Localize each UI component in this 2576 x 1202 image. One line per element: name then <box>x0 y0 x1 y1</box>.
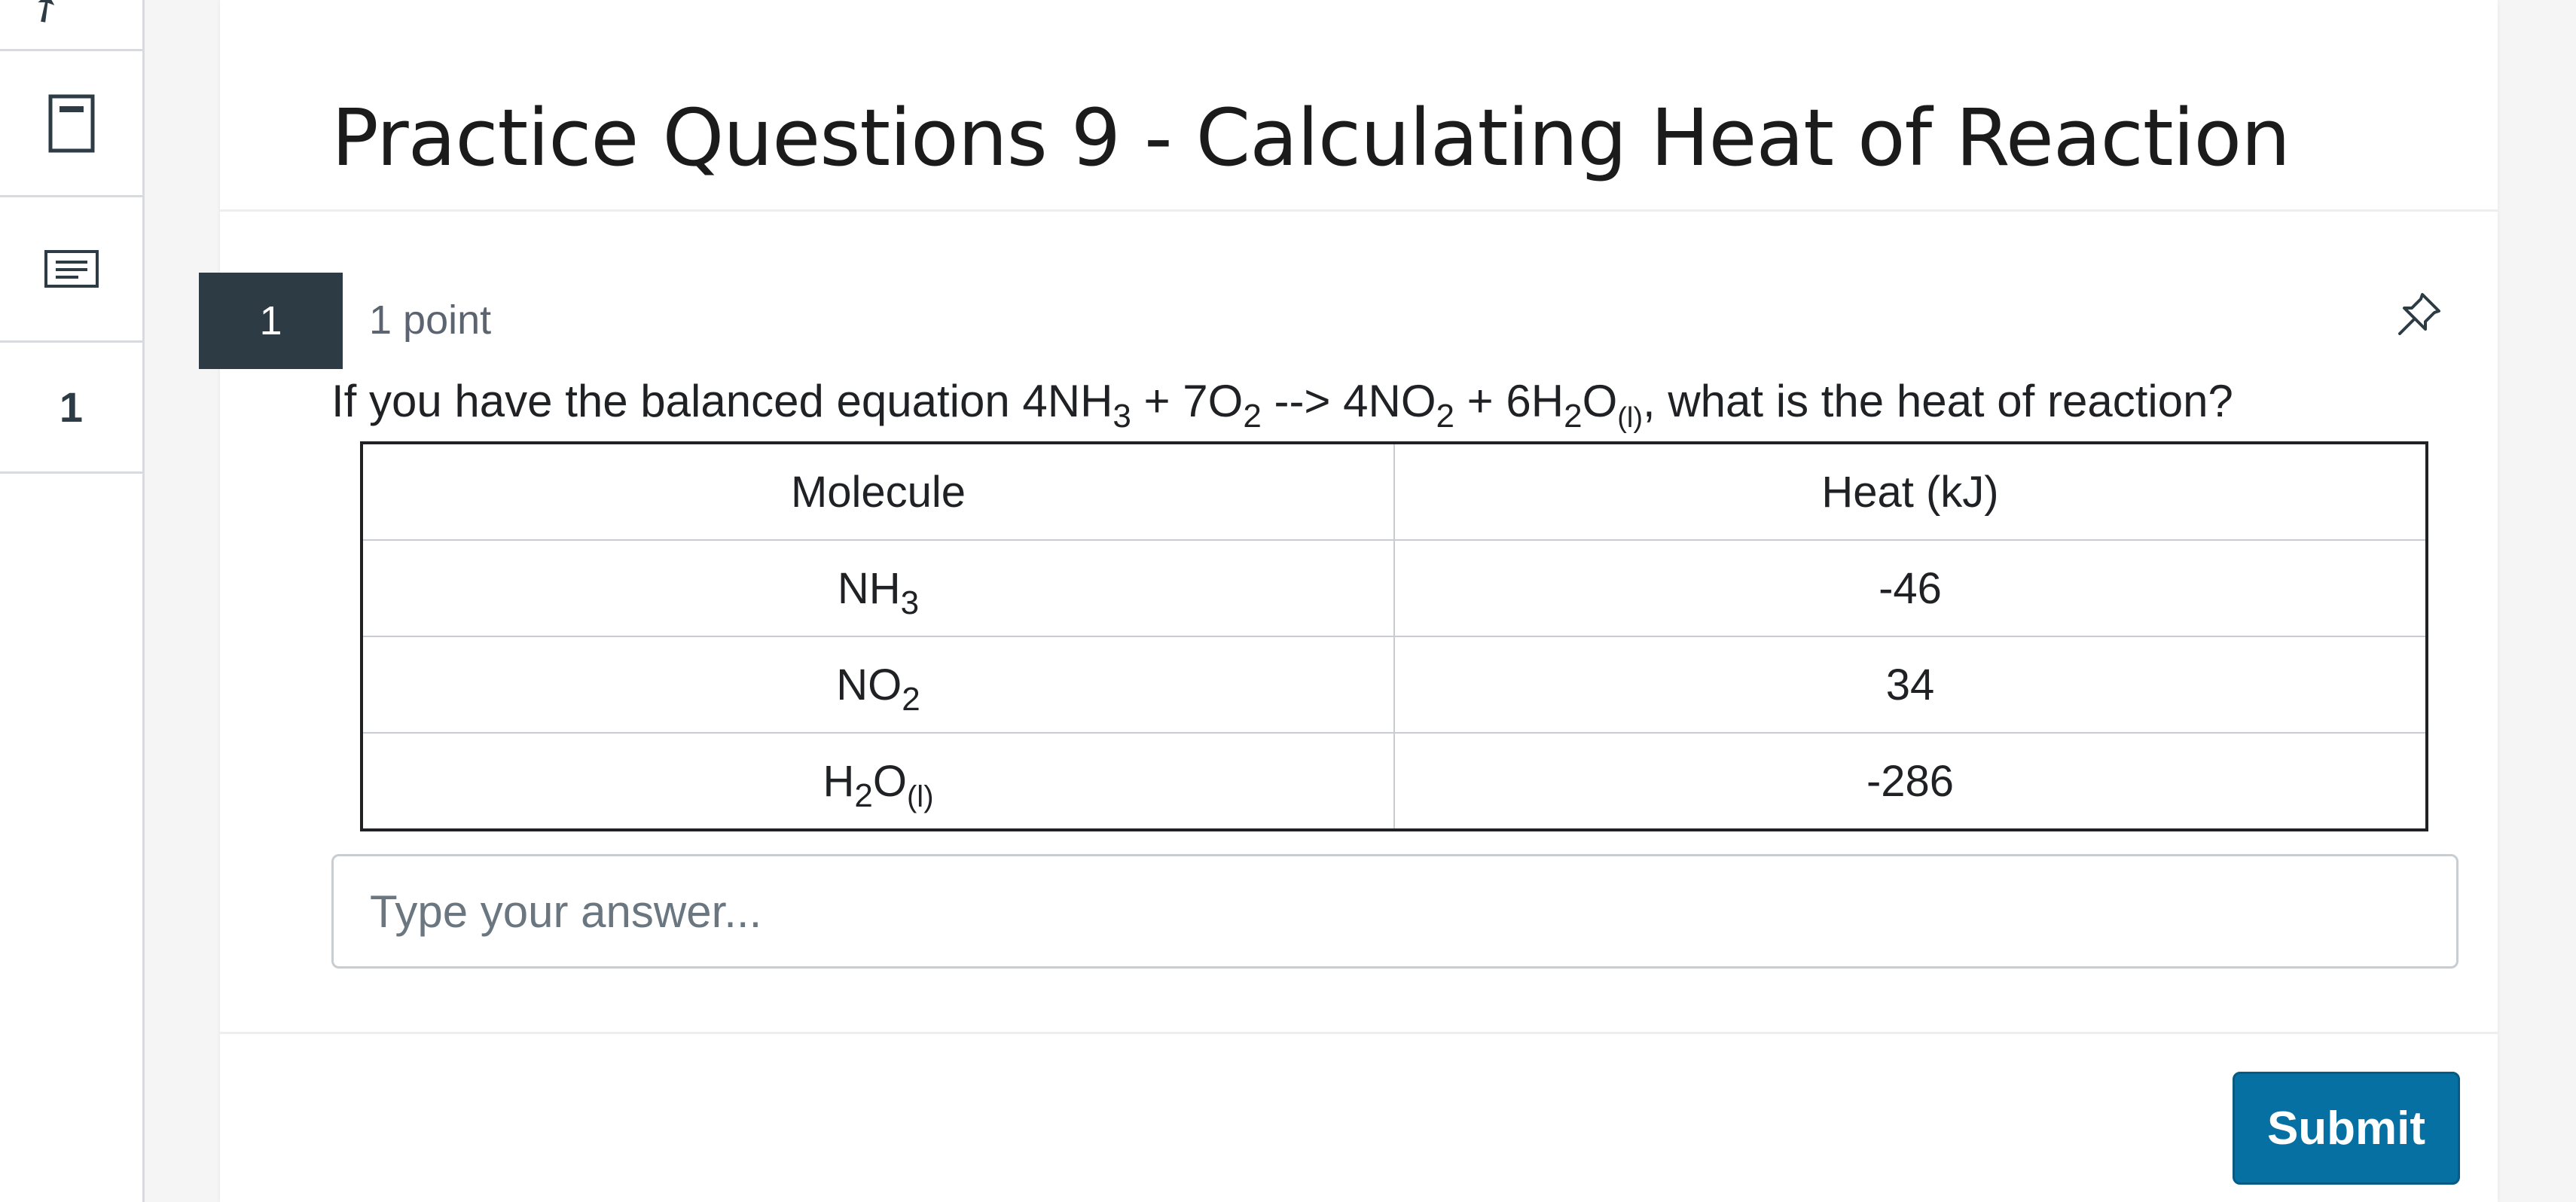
subscript: (l) <box>906 779 934 813</box>
question-text-part: + 6H <box>1454 376 1564 426</box>
column-header-heat: Heat (kJ) <box>1393 443 2428 541</box>
sidebar-item-label: 1 <box>59 383 84 431</box>
heat-cell: -46 <box>1393 539 2428 637</box>
table-row: H2O(l) -286 <box>361 732 2428 831</box>
sidebar-item-calculator[interactable] <box>0 51 142 197</box>
footer-divider <box>220 1032 2498 1034</box>
header-divider <box>220 209 2498 212</box>
heat-cell: -286 <box>1393 732 2428 831</box>
submit-button[interactable]: Submit <box>2233 1072 2460 1185</box>
page-title: Practice Questions 9 - Calculating Heat … <box>331 91 2291 184</box>
heat-table: Molecule Heat (kJ) NH3 -46 NO2 34 H2O(l)… <box>360 441 2428 831</box>
right-gutter <box>2498 0 2576 1202</box>
question-number-badge: 1 <box>199 273 343 369</box>
question-sidebar: ➚ 1 <box>0 0 145 1202</box>
question-text-part: O <box>1582 376 1618 426</box>
sidebar-item-notes[interactable] <box>0 197 142 343</box>
heat-cell: 34 <box>1393 636 2428 734</box>
sidebar-item-top[interactable]: ➚ <box>0 0 142 51</box>
table-row: NH3 -46 <box>361 539 2428 637</box>
question-text-part: + 7O <box>1131 376 1244 426</box>
question-points: 1 point <box>369 297 492 343</box>
molecule-base: NH <box>837 563 901 613</box>
subscript: 2 <box>1564 398 1583 435</box>
subscript: 2 <box>1436 398 1454 435</box>
subscript: 2 <box>1243 398 1262 435</box>
molecule-cell: H2O(l) <box>361 732 1395 831</box>
notes-icon <box>44 250 99 288</box>
pin-icon <box>2398 293 2440 335</box>
sidebar-item-question-1[interactable]: 1 <box>0 343 142 474</box>
molecule-base: H <box>823 756 855 806</box>
subscript: (l) <box>1617 402 1643 434</box>
question-text-part: , what is the heat of reaction? <box>1643 376 2233 426</box>
molecule-base: NO <box>836 660 902 709</box>
subscript: 3 <box>1113 398 1131 435</box>
molecule-base: O <box>872 756 907 806</box>
left-gutter <box>145 0 220 1202</box>
subscript: 2 <box>854 776 873 814</box>
table-row: NO2 34 <box>361 636 2428 734</box>
subscript: 2 <box>902 680 920 718</box>
question-text-part: --> 4NO <box>1261 376 1436 426</box>
question-text-part: If you have the balanced equation 4NH <box>331 376 1113 426</box>
table-header-row: Molecule Heat (kJ) <box>361 443 2428 541</box>
pin-button[interactable] <box>2395 290 2443 338</box>
question-text: If you have the balanced equation 4NH3 +… <box>331 375 2233 433</box>
answer-input[interactable] <box>331 854 2458 969</box>
molecule-cell: NH3 <box>361 539 1395 637</box>
subscript: 3 <box>900 584 920 621</box>
molecule-cell: NO2 <box>361 636 1395 734</box>
calculator-icon <box>48 94 94 152</box>
arrow-icon: ➚ <box>19 0 72 35</box>
column-header-molecule: Molecule <box>361 443 1395 541</box>
